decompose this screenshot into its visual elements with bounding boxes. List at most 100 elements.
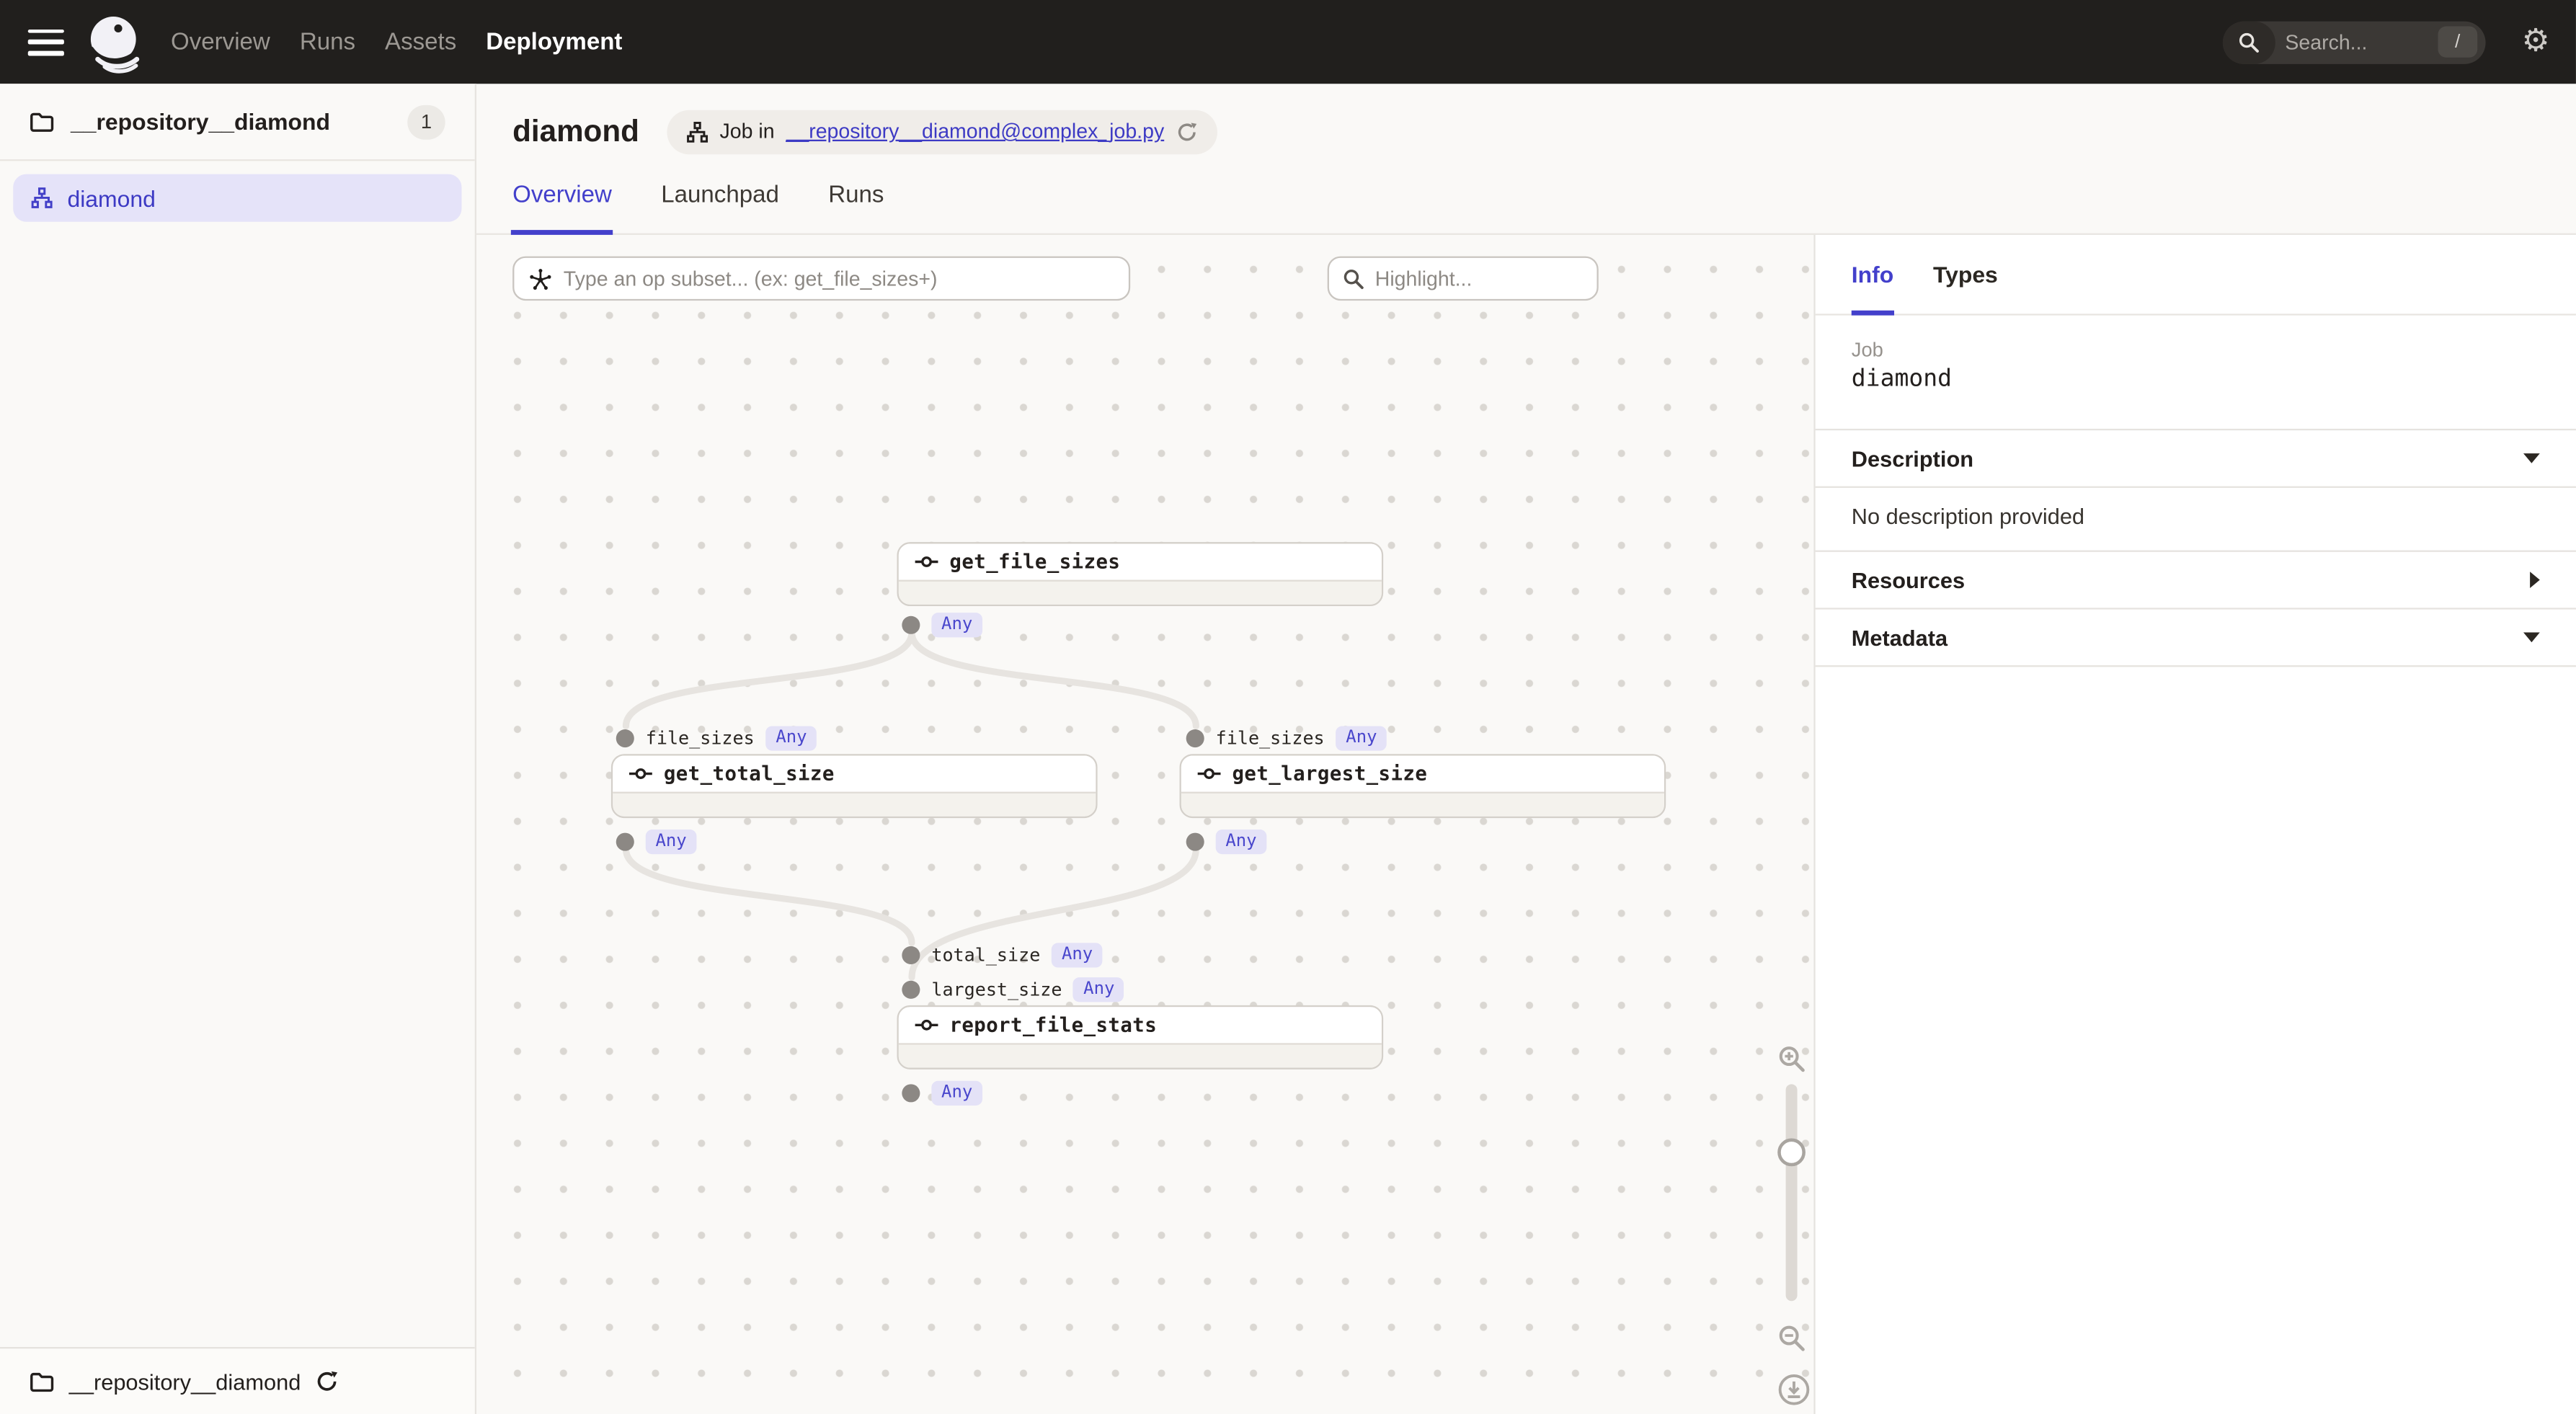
sidebar-item-diamond[interactable]: diamond <box>13 174 461 222</box>
input-port-label: total_size <box>931 945 1040 966</box>
repo-footer: __repository__diamond <box>0 1347 475 1414</box>
input-port-label: file_sizes <box>1216 728 1325 750</box>
output-port-row: Any <box>1186 830 1267 854</box>
input-port[interactable] <box>902 981 920 999</box>
repo-name: __repository__diamond <box>71 108 391 134</box>
folder-icon <box>30 111 54 133</box>
zoom-in-icon[interactable] <box>1777 1045 1807 1075</box>
input-port-label: largest_size <box>931 979 1062 1000</box>
op-node-get_total_size[interactable]: get_total_size <box>611 754 1098 818</box>
op-subset-filter[interactable] <box>512 257 1130 301</box>
top-nav: Overview Runs Assets Deployment / ⚙ <box>0 0 2576 84</box>
main-area: diamond Job in __repository__diamond@com… <box>476 84 2576 1414</box>
hamburger-menu-icon[interactable] <box>28 29 64 55</box>
info-panel-tabs: Info Types <box>1816 235 2576 316</box>
zoom-out-icon[interactable] <box>1777 1324 1807 1353</box>
zoom-slider-track[interactable] <box>1786 1084 1798 1301</box>
op-icon <box>629 767 652 780</box>
zoom-slider-handle[interactable] <box>1777 1139 1806 1167</box>
job-breadcrumb-prefix: Job in <box>720 120 775 143</box>
type-badge[interactable]: Any <box>1216 830 1267 854</box>
type-badge[interactable]: Any <box>1073 977 1124 1002</box>
download-image-icon[interactable] <box>1777 1373 1811 1406</box>
type-badge[interactable]: Any <box>931 613 982 637</box>
input-port-row: largest_size Any <box>902 977 1124 1002</box>
section-description[interactable]: Description <box>1816 429 2576 486</box>
sidebar: __repository__diamond 1 diamond __reposi… <box>0 84 476 1414</box>
output-port-row: Any <box>902 1081 982 1106</box>
type-badge[interactable]: Any <box>931 1081 982 1106</box>
input-port[interactable] <box>902 946 920 964</box>
job-file-link[interactable]: __repository__diamond@complex_job.py <box>786 120 1165 143</box>
nav-item-overview[interactable]: Overview <box>171 29 270 55</box>
output-port[interactable] <box>1186 833 1204 851</box>
tab-types[interactable]: Types <box>1933 235 1998 314</box>
op-icon <box>1198 767 1221 780</box>
reload-icon[interactable] <box>1176 121 1197 143</box>
input-port-label: file_sizes <box>646 728 755 750</box>
output-port[interactable] <box>902 616 920 634</box>
job-tabs: Overview Launchpad Runs <box>512 158 2576 234</box>
op-selector-icon <box>529 267 552 290</box>
section-resources[interactable]: Resources <box>1816 551 2576 608</box>
search-icon <box>2223 20 2275 63</box>
op-node-label: get_largest_size <box>1232 762 1427 786</box>
dagster-logo-icon[interactable] <box>84 11 143 74</box>
page-title: diamond <box>512 113 639 149</box>
search-input[interactable] <box>2275 30 2438 53</box>
folder-icon <box>30 1371 54 1392</box>
dag-edges <box>476 235 1813 1414</box>
repo-count-badge: 1 <box>407 105 445 139</box>
highlight-filter[interactable] <box>1328 257 1599 301</box>
job-label: Job <box>1852 339 2540 362</box>
job-breadcrumb: Job in __repository__diamond@complex_job… <box>667 110 1217 154</box>
section-description-title: Description <box>1852 446 1973 471</box>
gear-icon[interactable]: ⚙ <box>2522 26 2550 57</box>
type-badge[interactable]: Any <box>646 830 697 854</box>
dagster-app: Overview Runs Assets Deployment / ⚙ <box>0 0 2576 1414</box>
global-search[interactable]: / <box>2223 20 2486 63</box>
tab-runs[interactable]: Runs <box>828 158 884 234</box>
job-icon <box>687 121 709 143</box>
op-graph-canvas[interactable]: get_file_sizes Any file_sizes Any <box>476 235 1813 1414</box>
search-icon <box>1342 267 1365 290</box>
op-node-body <box>1181 792 1664 817</box>
input-port-row: file_sizes Any <box>1186 726 1387 750</box>
section-metadata-title: Metadata <box>1852 625 1947 649</box>
nav-item-runs[interactable]: Runs <box>300 29 355 55</box>
tab-info[interactable]: Info <box>1852 235 1893 314</box>
type-badge[interactable]: Any <box>1336 726 1387 750</box>
job-value: diamond <box>1852 366 2540 392</box>
divider <box>1816 665 2576 667</box>
chevron-down-icon <box>2523 633 2540 643</box>
output-port[interactable] <box>616 833 634 851</box>
job-header: diamond Job in __repository__diamond@com… <box>476 84 2576 235</box>
input-port[interactable] <box>616 729 634 747</box>
op-node-report_file_stats[interactable]: report_file_stats <box>897 1005 1383 1070</box>
tab-launchpad[interactable]: Launchpad <box>661 158 779 234</box>
section-metadata[interactable]: Metadata <box>1816 608 2576 665</box>
input-port-row: file_sizes Any <box>616 726 817 750</box>
nav-item-deployment[interactable]: Deployment <box>486 29 622 55</box>
op-node-get_largest_size[interactable]: get_largest_size <box>1180 754 1666 818</box>
type-badge[interactable]: Any <box>1052 943 1103 967</box>
op-node-get_file_sizes[interactable]: get_file_sizes <box>897 542 1383 606</box>
output-port-row: Any <box>616 830 697 854</box>
output-port[interactable] <box>902 1084 920 1102</box>
sidebar-item-label: diamond <box>67 184 155 210</box>
highlight-input[interactable] <box>1375 267 1584 290</box>
type-badge[interactable]: Any <box>766 726 817 750</box>
op-subset-input[interactable] <box>564 267 1114 290</box>
divider <box>0 159 475 161</box>
info-panel: Info Types Job diamond Description No de… <box>1813 235 2576 1414</box>
tab-overview[interactable]: Overview <box>512 158 612 234</box>
input-port-row: total_size Any <box>902 943 1103 967</box>
chevron-right-icon <box>2530 572 2540 588</box>
op-node-label: get_file_sizes <box>949 551 1120 574</box>
op-icon <box>915 555 938 568</box>
input-port[interactable] <box>1186 729 1204 747</box>
repo-header[interactable]: __repository__diamond 1 <box>0 84 475 159</box>
output-port-row: Any <box>902 613 982 637</box>
reload-icon[interactable] <box>316 1370 339 1393</box>
nav-item-assets[interactable]: Assets <box>385 29 456 55</box>
